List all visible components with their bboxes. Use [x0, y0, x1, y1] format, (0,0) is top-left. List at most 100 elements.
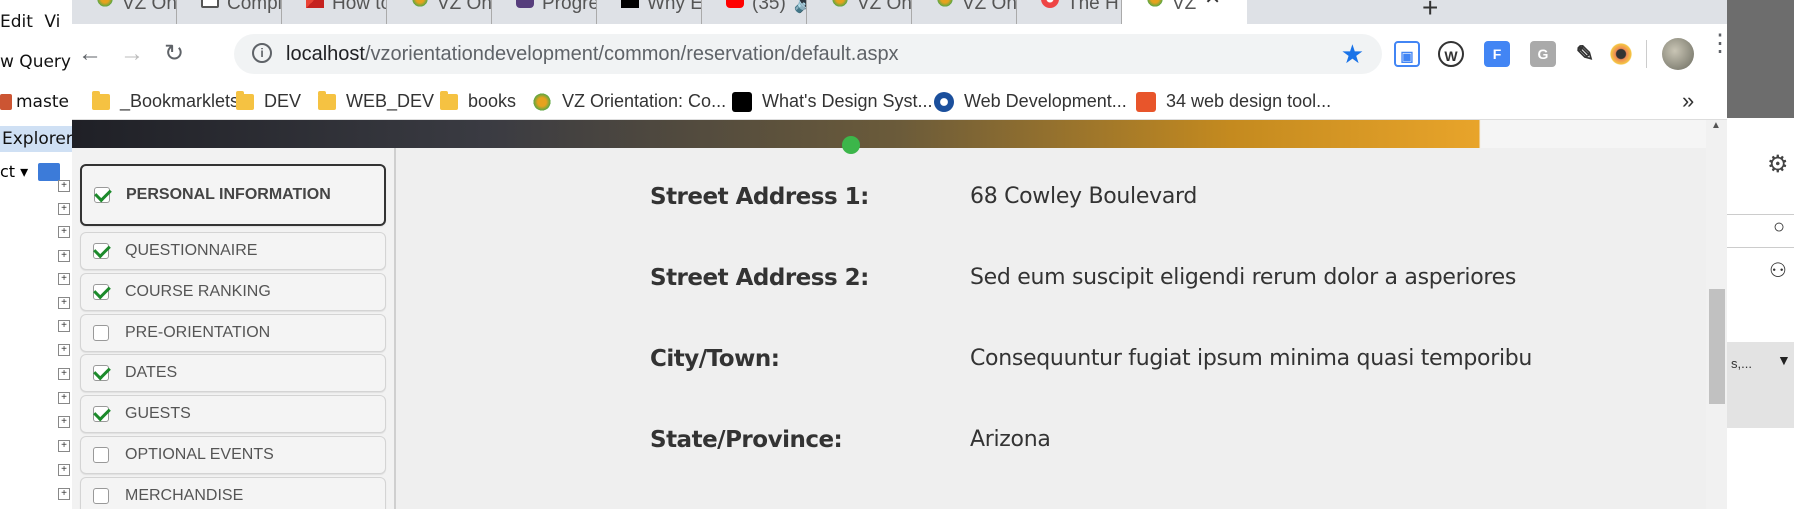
h-favicon-icon: [1041, 0, 1059, 8]
tree-expand-icon[interactable]: +: [58, 226, 70, 238]
bookmark-item[interactable]: Web Development...: [934, 91, 1127, 112]
bookmark-label: 34 web design tool...: [1166, 91, 1332, 111]
refresh-icon[interactable]: [38, 162, 61, 181]
color-picker-icon[interactable]: [1608, 41, 1634, 67]
tab-compile[interactable]: Compi: [177, 0, 282, 24]
g-extension-icon[interactable]: G: [1530, 41, 1556, 67]
tab-the-h[interactable]: The H: [1017, 0, 1122, 24]
background-menu: Edit Vi: [0, 12, 66, 32]
tree-expand-icon[interactable]: +: [58, 416, 70, 428]
menu-view[interactable]: Vi: [44, 12, 60, 32]
speaker-icon[interactable]: 🔈: [794, 0, 806, 13]
forward-icon[interactable]: →: [118, 40, 146, 68]
tab-vz-one[interactable]: VZ One: [912, 0, 1017, 24]
menu-edit[interactable]: Edit: [0, 12, 33, 32]
state-province-label: State/Province:: [650, 427, 843, 453]
tree-expand-icon[interactable]: +: [58, 250, 70, 262]
tab-bootstrap[interactable]: Progres: [492, 0, 597, 24]
tab-vz-one[interactable]: VZ One: [807, 0, 912, 24]
info-icon[interactable]: i: [252, 43, 272, 63]
page-viewport: PERSONAL INFORMATION QUESTIONNAIRE COURS…: [72, 120, 1727, 509]
street-address-1-label: Street Address 1:: [650, 184, 869, 210]
browser-toolbar: ← → ↻ i localhost/vzorientationdevelopme…: [72, 24, 1732, 84]
background-query-label[interactable]: w Query: [0, 52, 71, 72]
step-label: DATES: [125, 364, 178, 381]
profile-avatar[interactable]: [1662, 38, 1694, 70]
back-icon[interactable]: ←: [76, 40, 104, 68]
step-guests[interactable]: GUESTS: [80, 395, 386, 433]
url-text[interactable]: localhost/vzorientationdevelopment/commo…: [286, 43, 899, 66]
tree-expand-icon[interactable]: +: [58, 297, 70, 309]
step-merchandise[interactable]: MERCHANDISE: [80, 477, 386, 509]
tab-vz-one[interactable]: VZ One: [72, 0, 177, 24]
step-label: PERSONAL INFORMATION: [126, 186, 331, 203]
bootstrap-icon: [516, 0, 534, 8]
tab-label: How to: [332, 0, 387, 14]
tab-vz-one[interactable]: VZ One: [387, 0, 492, 24]
page-scrollbar[interactable]: ▲: [1706, 120, 1727, 509]
tree-expand-icon[interactable]: +: [58, 180, 70, 192]
tree-expand-icon[interactable]: +: [58, 368, 70, 380]
vz-favicon-icon: [936, 0, 954, 8]
gear-icon[interactable]: ⚙: [1767, 150, 1789, 179]
tree-expand-icon[interactable]: +: [58, 440, 70, 452]
step-questionnaire[interactable]: QUESTIONNAIRE: [80, 232, 386, 270]
gear-logo-icon: [934, 91, 954, 112]
step-optional-events[interactable]: OPTIONAL EVENTS: [80, 436, 386, 474]
folder-icon: [92, 90, 110, 110]
chevron-down-icon[interactable]: ▼: [1777, 352, 1791, 368]
scrollbar-thumb[interactable]: [1709, 289, 1725, 404]
tree-expand-icon[interactable]: +: [58, 203, 70, 215]
scroll-up-icon[interactable]: ▲: [1711, 120, 1721, 131]
users-icon[interactable]: ⚇: [1769, 258, 1787, 283]
eyedropper-icon[interactable]: ✎: [1572, 41, 1598, 67]
bookmark-item[interactable]: WEB_DEV: [318, 90, 434, 112]
new-tab-button[interactable]: +: [1422, 0, 1438, 24]
url-host: localhost: [286, 43, 365, 65]
reload-icon[interactable]: ↻: [160, 40, 188, 68]
bookmark-star-icon[interactable]: ★: [1341, 39, 1364, 70]
tab-youtube[interactable]: (35) 🔈: [702, 0, 807, 24]
youtube-icon: [726, 0, 744, 8]
background-connect-dropdown[interactable]: ct ▾: [0, 162, 28, 181]
vz-favicon-icon: [831, 0, 849, 8]
fonts-extension-icon[interactable]: F: [1484, 41, 1510, 67]
background-db-row[interactable]: maste: [0, 92, 69, 112]
browser-window: VZ One Compi How to VZ One Progres Why E…: [72, 0, 1732, 509]
bookmark-label: Web Development...: [964, 91, 1127, 111]
extension-tag-icon[interactable]: ▣: [1394, 41, 1420, 67]
tree-expand-icon[interactable]: +: [58, 464, 70, 476]
step-personal-information[interactable]: PERSONAL INFORMATION: [80, 164, 386, 226]
background-app-left: Edit Vi w Query maste Explorer ct ▾ + + …: [0, 0, 72, 509]
close-tab-icon[interactable]: ✕: [1204, 0, 1221, 8]
bookmark-item[interactable]: _Bookmarklets: [92, 90, 239, 112]
folder-icon: [236, 90, 254, 110]
search-icon[interactable]: ○: [1773, 216, 1785, 239]
bookmark-item[interactable]: 34 web design tool...: [1136, 91, 1331, 112]
step-dates[interactable]: DATES: [80, 354, 386, 392]
tab-label: The H: [1067, 0, 1119, 14]
tree-expand-icon[interactable]: +: [58, 344, 70, 356]
bookmark-item[interactable]: DEV: [236, 90, 301, 112]
tree-expand-icon[interactable]: +: [58, 392, 70, 404]
steps-sidebar: PERSONAL INFORMATION QUESTIONNAIRE COURS…: [72, 148, 396, 509]
tab-vz-active[interactable]: VZ ✕: [1122, 0, 1247, 24]
bookmark-item[interactable]: books: [440, 90, 516, 112]
menu-kebab-icon[interactable]: ⋮: [1708, 32, 1732, 56]
step-pre-orientation[interactable]: PRE-ORIENTATION: [80, 314, 386, 352]
background-db-label: maste: [16, 92, 69, 112]
tab-label: Progres: [542, 0, 596, 14]
background-toolbar-row[interactable]: ct ▾: [0, 162, 61, 181]
tree-expand-icon[interactable]: +: [58, 273, 70, 285]
tree-expand-icon[interactable]: +: [58, 488, 70, 500]
tree-expand-icon[interactable]: +: [58, 320, 70, 332]
tab-gmail[interactable]: How to: [282, 0, 387, 24]
step-course-ranking[interactable]: COURSE RANKING: [80, 273, 386, 311]
tab-dev[interactable]: Why Ev: [597, 0, 702, 24]
wappalyzer-icon[interactable]: W: [1438, 41, 1464, 67]
document-icon: [201, 0, 219, 8]
bookmark-item[interactable]: VZ Orientation: Co...: [532, 91, 726, 112]
bookmarks-overflow-icon[interactable]: »: [1682, 88, 1694, 114]
bookmark-item[interactable]: What's Design Syst...: [732, 91, 933, 112]
address-bar[interactable]: i localhost/vzorientationdevelopment/com…: [234, 34, 1382, 74]
